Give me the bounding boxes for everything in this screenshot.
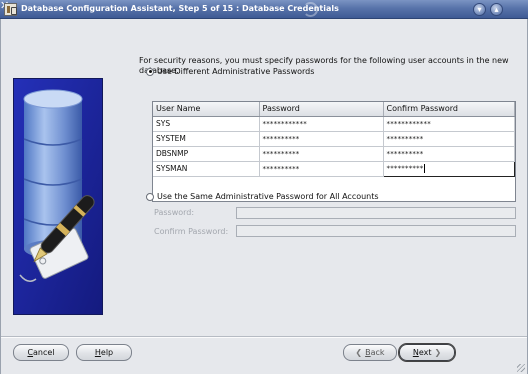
column-header-user-name[interactable]: User Name xyxy=(153,102,260,117)
help-button[interactable]: Help xyxy=(76,344,132,361)
cell-password[interactable]: ********** xyxy=(259,146,384,162)
cell-password[interactable]: ********** xyxy=(259,131,384,147)
option-same-label[interactable]: Use the Same Administrative Password for… xyxy=(157,192,379,201)
cell-confirm-password-value: ********** xyxy=(386,164,424,173)
chevron-right-icon: ❯ xyxy=(434,348,442,357)
cell-confirm-password[interactable]: ********** xyxy=(383,131,515,147)
radio-different-passwords[interactable] xyxy=(146,67,154,76)
password-field[interactable] xyxy=(236,207,516,219)
cell-user-name[interactable]: SYS xyxy=(153,116,260,132)
table-row[interactable]: SYS ************ ************ xyxy=(153,116,515,132)
credentials-table[interactable]: User Name Password Confirm Password SYS … xyxy=(152,101,516,202)
option-different-passwords[interactable]: Use Different Administrative Passwords xyxy=(146,67,314,76)
text-caret xyxy=(423,164,425,173)
cell-user-name[interactable]: DBSNMP xyxy=(153,146,260,162)
cell-user-name[interactable]: SYSTEM xyxy=(153,131,260,147)
table-header-row: User Name Password Confirm Password xyxy=(153,102,515,117)
radio-same-password[interactable] xyxy=(146,192,154,201)
column-header-confirm-password[interactable]: Confirm Password xyxy=(383,102,515,117)
title-bar[interactable]: Database Configuration Assistant, Step 5… xyxy=(0,0,528,19)
button-separator xyxy=(1,336,527,338)
minimize-button[interactable]: ▾ xyxy=(473,3,486,16)
confirm-password-field[interactable] xyxy=(236,225,516,237)
table-row[interactable]: DBSNMP ********** ********** xyxy=(153,146,515,162)
next-button[interactable]: Next ❯ xyxy=(398,343,456,362)
table-row[interactable]: SYSMAN ********** ********** xyxy=(153,160,515,177)
resize-grip[interactable] xyxy=(517,364,525,372)
option-same-password[interactable]: Use the Same Administrative Password for… xyxy=(146,192,379,201)
cell-password[interactable]: ************ xyxy=(259,116,384,132)
cell-user-name[interactable]: SYSMAN xyxy=(153,161,260,177)
next-button-label: Next xyxy=(412,348,432,357)
column-header-password[interactable]: Password xyxy=(259,102,384,117)
chevron-left-icon: ❮ xyxy=(355,348,363,357)
title-swirl-decoration xyxy=(303,2,318,17)
database-illustration-svg xyxy=(14,79,102,314)
cell-password[interactable]: ********** xyxy=(259,161,384,177)
help-button-label: Help xyxy=(94,348,114,357)
maximize-button[interactable]: ▴ xyxy=(490,3,503,16)
table-row[interactable]: SYSTEM ********** ********** xyxy=(153,131,515,147)
back-button[interactable]: ❮ Back xyxy=(343,344,397,361)
cell-confirm-password[interactable]: ************ xyxy=(383,116,515,132)
cancel-button[interactable]: Cancel xyxy=(13,344,69,361)
confirm-password-label: Confirm Password: xyxy=(154,227,229,236)
dialog-body: For security reasons, you must specify p… xyxy=(0,19,528,374)
back-button-label: Back xyxy=(365,348,385,357)
password-label: Password: xyxy=(154,208,195,217)
cell-confirm-password-active[interactable]: ********** xyxy=(382,160,515,177)
app-icon[interactable] xyxy=(4,3,17,16)
option-different-label[interactable]: Use Different Administrative Passwords xyxy=(157,67,314,76)
cancel-button-label: Cancel xyxy=(27,348,55,357)
window-title: Database Configuration Assistant, Step 5… xyxy=(21,4,339,13)
cell-confirm-password[interactable]: ********** xyxy=(383,146,515,162)
database-pen-illustration xyxy=(13,78,103,315)
